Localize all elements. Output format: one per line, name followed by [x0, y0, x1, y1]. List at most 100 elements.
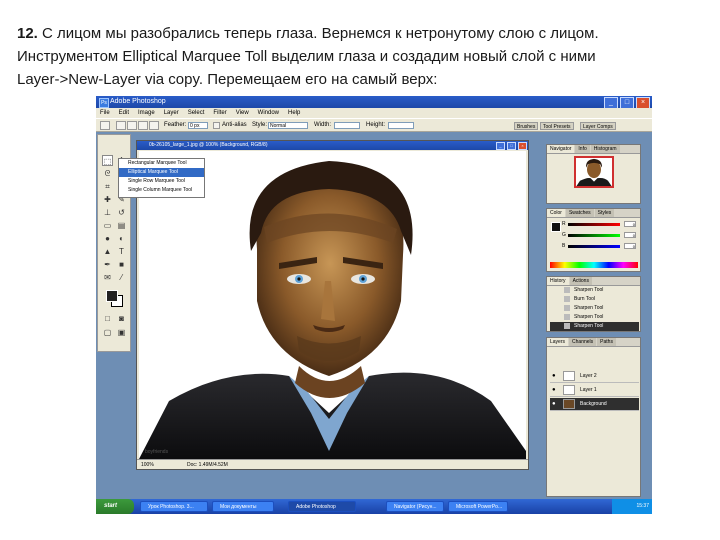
doc-minimize-button[interactable]: _: [496, 142, 505, 150]
step-number: 12.: [17, 25, 38, 42]
visibility-eye-icon[interactable]: ●: [552, 387, 556, 393]
style-select[interactable]: Normal: [268, 122, 308, 129]
blue-label: B: [562, 243, 566, 249]
tab-styles[interactable]: Styles: [594, 209, 615, 217]
taskbar-item[interactable]: Урок Photoshop. 3...: [140, 501, 208, 512]
tool-presets-palette-tab[interactable]: Tool Presets: [540, 122, 574, 130]
blue-value[interactable]: 0: [624, 243, 636, 249]
blur-tool-icon[interactable]: ●: [102, 233, 113, 244]
tab-swatches[interactable]: Swatches: [565, 209, 594, 217]
green-value[interactable]: 0: [624, 232, 636, 238]
flyout-item-single-column[interactable]: Single Column Marquee Tool: [119, 186, 204, 195]
layer-row-selected[interactable]: ● Background: [550, 398, 639, 411]
tab-info[interactable]: Info: [575, 145, 590, 153]
subtract-selection-button[interactable]: [138, 121, 148, 130]
doc-info: Doc: 1.49M/4.52M: [187, 462, 228, 468]
blue-slider[interactable]: B 0: [550, 243, 638, 250]
dodge-tool-icon[interactable]: ◐: [116, 233, 127, 244]
menu-layer[interactable]: Layer: [164, 108, 179, 118]
notes-tool-icon[interactable]: ✉: [102, 272, 113, 283]
quick-mask-icon[interactable]: ◙: [116, 313, 127, 324]
antialias-checkbox[interactable]: [213, 122, 220, 129]
height-input[interactable]: [388, 122, 414, 129]
lasso-tool-icon[interactable]: ᘓ: [102, 168, 113, 179]
tab-layers[interactable]: Layers: [547, 338, 569, 346]
path-selection-icon[interactable]: ▲: [102, 246, 113, 257]
navigator-panel: Navigator Info Histogram: [546, 144, 641, 204]
brushes-palette-tab[interactable]: Brushes: [514, 122, 539, 130]
app-title-bar: Ps Adobe Photoshop _ □ ×: [96, 96, 652, 109]
menu-view[interactable]: View: [236, 108, 249, 118]
navigator-thumbnail[interactable]: [574, 156, 614, 188]
width-input[interactable]: [334, 122, 360, 129]
gradient-tool-icon[interactable]: ▤: [116, 220, 127, 231]
tab-history[interactable]: History: [547, 277, 569, 285]
history-item-current[interactable]: Sharpen Tool: [550, 322, 639, 331]
type-tool-icon[interactable]: T: [116, 246, 127, 257]
menu-image[interactable]: Image: [138, 108, 155, 118]
menu-filter[interactable]: Filter: [213, 108, 226, 118]
screen-mode-standard-icon[interactable]: ▢: [102, 327, 113, 338]
clone-stamp-icon[interactable]: ⊥: [102, 207, 113, 218]
flyout-item-elliptical[interactable]: Elliptical Marquee Tool: [119, 168, 204, 177]
tab-color[interactable]: Color: [547, 209, 565, 217]
taskbar-item-active[interactable]: Adobe Photoshop: [288, 501, 356, 512]
pen-tool-icon[interactable]: ✒: [102, 259, 113, 270]
red-value[interactable]: 0: [624, 221, 636, 227]
tab-paths[interactable]: Paths: [597, 338, 616, 346]
app-title: Adobe Photoshop: [110, 98, 166, 105]
flyout-item-single-row[interactable]: Single Row Marquee Tool: [119, 177, 204, 186]
menu-file[interactable]: File: [100, 108, 110, 118]
tab-navigator[interactable]: Navigator: [547, 145, 575, 153]
foreground-color-swatch[interactable]: [106, 290, 118, 302]
green-slider[interactable]: G 0: [550, 232, 638, 239]
menu-select[interactable]: Select: [188, 108, 205, 118]
taskbar-item[interactable]: Navigator (Рисун...: [386, 501, 444, 512]
taskbar-item[interactable]: Мои документы: [212, 501, 274, 512]
taskbar-item[interactable]: Microsoft PowerPo...: [448, 501, 508, 512]
color-spectrum-bar[interactable]: [550, 262, 638, 268]
red-ramp[interactable]: [568, 223, 620, 226]
tab-channels[interactable]: Channels: [569, 338, 597, 346]
new-selection-button[interactable]: [116, 121, 126, 130]
green-label: G: [562, 232, 566, 238]
history-item[interactable]: Burn Tool: [550, 295, 639, 304]
tab-actions[interactable]: Actions: [569, 277, 592, 285]
marquee-tool-icon[interactable]: ⬚: [102, 155, 113, 166]
doc-maximize-button[interactable]: □: [507, 142, 516, 150]
layer-row[interactable]: ● Layer 1: [550, 384, 639, 397]
shape-tool-icon[interactable]: ■: [116, 259, 127, 270]
layer-name: Layer 1: [580, 387, 597, 393]
start-button[interactable]: start: [96, 499, 134, 514]
eyedropper-tool-icon[interactable]: ⁄: [116, 272, 127, 283]
tab-histogram[interactable]: Histogram: [590, 145, 620, 153]
menu-window[interactable]: Window: [258, 108, 279, 118]
history-brush-icon[interactable]: ↺: [116, 207, 127, 218]
eraser-tool-icon[interactable]: ▭: [102, 220, 113, 231]
add-selection-button[interactable]: [127, 121, 137, 130]
visibility-eye-icon[interactable]: ●: [552, 401, 556, 407]
layer-row[interactable]: ● Layer 2: [550, 370, 639, 383]
intersect-selection-button[interactable]: [149, 121, 159, 130]
crop-tool-icon[interactable]: ⌗: [102, 181, 113, 192]
flyout-item-rectangular[interactable]: Rectangular Marquee Tool: [119, 159, 204, 168]
visibility-eye-icon[interactable]: ●: [552, 373, 556, 379]
zoom-readout[interactable]: 100%: [141, 460, 154, 470]
tool-preset-button[interactable]: [100, 121, 110, 130]
menu-help[interactable]: Help: [288, 108, 300, 118]
layer-comps-palette-tab[interactable]: Layer Comps: [580, 122, 616, 130]
feather-input[interactable]: 0 px: [188, 122, 208, 129]
history-item[interactable]: Sharpen Tool: [550, 304, 639, 313]
blue-ramp[interactable]: [568, 245, 620, 248]
marquee-tool-flyout: Rectangular Marquee Tool Elliptical Marq…: [118, 158, 205, 198]
standard-mode-icon[interactable]: □: [102, 313, 113, 324]
screen-mode-full-icon[interactable]: ▣: [116, 327, 127, 338]
red-slider[interactable]: R 0: [550, 221, 638, 228]
doc-close-button[interactable]: ×: [518, 142, 527, 150]
green-ramp[interactable]: [568, 234, 620, 237]
history-item[interactable]: Sharpen Tool: [550, 313, 639, 322]
menu-edit[interactable]: Edit: [119, 108, 129, 118]
red-label: R: [562, 221, 566, 227]
healing-brush-icon[interactable]: ✚: [102, 194, 113, 205]
history-item[interactable]: Sharpen Tool: [550, 286, 639, 295]
